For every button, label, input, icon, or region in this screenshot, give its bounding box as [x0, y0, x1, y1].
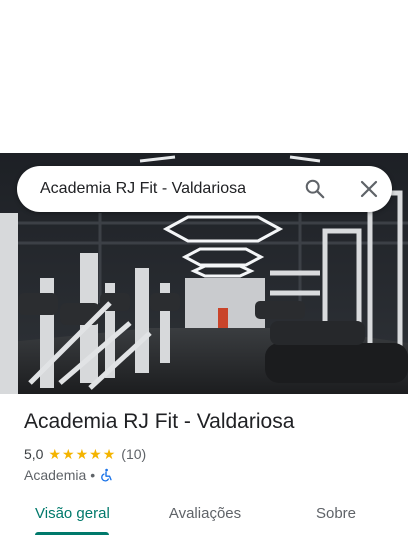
- star-icon: ★: [75, 446, 89, 462]
- category-row: Academia •: [24, 465, 113, 485]
- star-icon: ★: [48, 446, 62, 462]
- search-button[interactable]: [301, 175, 329, 203]
- rating-value: 5,0: [24, 446, 44, 462]
- active-tab-indicator: [35, 532, 109, 535]
- place-tabs: Visão geral Avaliações Sobre: [0, 496, 408, 536]
- search-bar[interactable]: Academia RJ Fit - Valdariosa: [17, 166, 392, 212]
- separator-dot: •: [90, 467, 96, 483]
- review-count[interactable]: (10): [121, 446, 146, 462]
- place-title: Academia RJ Fit - Valdariosa: [24, 410, 295, 433]
- tab-about[interactable]: Sobre: [312, 496, 360, 536]
- tab-reviews[interactable]: Avaliações: [165, 496, 245, 536]
- search-query[interactable]: Academia RJ Fit - Valdariosa: [40, 166, 246, 212]
- star-icon: ★: [62, 446, 75, 462]
- category-label: Academia: [24, 467, 87, 483]
- rating-row[interactable]: 5,0 ★ ★ ★ ★ ★ (10): [24, 444, 146, 464]
- wheelchair-accessible-icon: [101, 468, 112, 482]
- close-button[interactable]: [355, 175, 383, 203]
- close-icon: [360, 180, 378, 198]
- search-icon: [305, 179, 325, 199]
- star-icon: ★: [102, 446, 116, 462]
- star-icon: ★: [89, 446, 102, 462]
- tab-overview[interactable]: Visão geral: [35, 496, 110, 536]
- star-rating: ★ ★ ★ ★ ★: [48, 447, 116, 461]
